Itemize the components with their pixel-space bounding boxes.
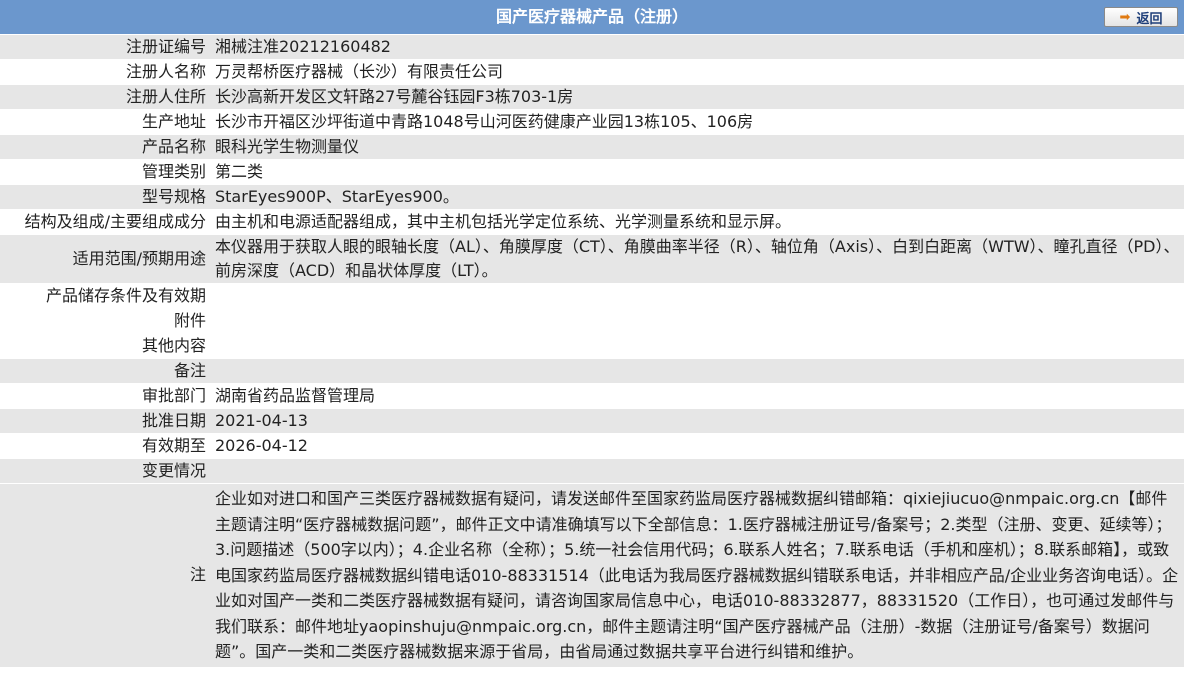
row-label: 型号规格 bbox=[0, 184, 209, 210]
row-label: 变更情况 bbox=[0, 458, 209, 484]
row-value bbox=[209, 308, 1184, 334]
note-text: 企业如对进口和国产三类医疗器械数据有疑问，请发送邮件至国家药监局医疗器械数据纠错… bbox=[209, 483, 1184, 668]
table-row-change-history: 变更情况 bbox=[0, 458, 1184, 484]
table-row-other-content: 其他内容 bbox=[0, 333, 1184, 359]
row-value: 第二类 bbox=[209, 159, 1184, 185]
row-label: 注册人住所 bbox=[0, 84, 209, 110]
row-label: 管理类别 bbox=[0, 159, 209, 185]
row-label: 适用范围/预期用途 bbox=[0, 234, 209, 284]
row-label: 结构及组成/主要组成成分 bbox=[0, 209, 209, 235]
row-value: 湖南省药品监督管理局 bbox=[209, 383, 1184, 409]
row-value: 2021-04-13 bbox=[209, 408, 1184, 434]
table-row-structure: 结构及组成/主要组成成分 由主机和电源适配器组成，其中主机包括光学定位系统、光学… bbox=[0, 209, 1184, 235]
table-row-model-spec: 型号规格 StarEyes900P、StarEyes900。 bbox=[0, 184, 1184, 210]
table-row-registrant-address: 注册人住所 长沙高新开发区文轩路27号麓谷钰园F3栋703-1房 bbox=[0, 84, 1184, 110]
row-value: 万灵帮桥医疗器械（长沙）有限责任公司 bbox=[209, 59, 1184, 85]
row-value: StarEyes900P、StarEyes900。 bbox=[209, 184, 1184, 210]
table-row-production-address: 生产地址 长沙市开福区沙坪街道中青路1048号山河医药健康产业园13栋105、1… bbox=[0, 109, 1184, 135]
row-label: 产品储存条件及有效期 bbox=[0, 283, 209, 309]
page-title: 国产医疗器械产品（注册） bbox=[495, 7, 688, 26]
table-row-approval-date: 批准日期 2021-04-13 bbox=[0, 408, 1184, 434]
row-value: 由主机和电源适配器组成，其中主机包括光学定位系统、光学测量系统和显示屏。 bbox=[209, 209, 1184, 235]
table-row-management-category: 管理类别 第二类 bbox=[0, 159, 1184, 185]
row-value: 长沙高新开发区文轩路27号麓谷钰园F3栋703-1房 bbox=[209, 84, 1184, 110]
row-label: 审批部门 bbox=[0, 383, 209, 409]
row-label: 注册人名称 bbox=[0, 59, 209, 85]
back-button-label: 返回 bbox=[1136, 11, 1163, 27]
detail-table: 注册证编号 湘械注准20212160482 注册人名称 万灵帮桥医疗器械（长沙）… bbox=[0, 35, 1184, 668]
note-label: 注 bbox=[0, 483, 209, 668]
table-row-storage-conditions: 产品储存条件及有效期 bbox=[0, 283, 1184, 309]
arrow-right-icon: ➡ bbox=[1119, 9, 1131, 25]
row-label: 产品名称 bbox=[0, 134, 209, 160]
table-row-registrant-name: 注册人名称 万灵帮桥医疗器械（长沙）有限责任公司 bbox=[0, 59, 1184, 85]
table-row-valid-until: 有效期至 2026-04-12 bbox=[0, 433, 1184, 459]
row-value bbox=[209, 358, 1184, 384]
table-row-registration-number: 注册证编号 湘械注准20212160482 bbox=[0, 35, 1184, 60]
table-row-remarks: 备注 bbox=[0, 358, 1184, 384]
table-row-approval-department: 审批部门 湖南省药品监督管理局 bbox=[0, 383, 1184, 409]
table-row-product-name: 产品名称 眼科光学生物测量仪 bbox=[0, 134, 1184, 160]
row-value: 长沙市开福区沙坪街道中青路1048号山河医药健康产业园13栋105、106房 bbox=[209, 109, 1184, 135]
table-row-attachments: 附件 bbox=[0, 308, 1184, 334]
row-label: 备注 bbox=[0, 358, 209, 384]
row-value: 2026-04-12 bbox=[209, 433, 1184, 459]
row-label: 批准日期 bbox=[0, 408, 209, 434]
row-label: 注册证编号 bbox=[0, 35, 209, 60]
back-button[interactable]: ➡ 返回 bbox=[1104, 7, 1178, 27]
row-label: 生产地址 bbox=[0, 109, 209, 135]
page-header: 国产医疗器械产品（注册） ➡ 返回 bbox=[0, 0, 1184, 35]
row-value bbox=[209, 283, 1184, 309]
row-value bbox=[209, 458, 1184, 484]
row-label: 有效期至 bbox=[0, 433, 209, 459]
row-value bbox=[209, 333, 1184, 359]
table-row-intended-use: 适用范围/预期用途 本仪器用于获取人眼的眼轴长度（AL）、角膜厚度（CT）、角膜… bbox=[0, 234, 1184, 284]
row-value: 眼科光学生物测量仪 bbox=[209, 134, 1184, 160]
table-row-note: 注 企业如对进口和国产三类医疗器械数据有疑问，请发送邮件至国家药监局医疗器械数据… bbox=[0, 483, 1184, 668]
row-label: 附件 bbox=[0, 308, 209, 334]
row-label: 其他内容 bbox=[0, 333, 209, 359]
row-value: 本仪器用于获取人眼的眼轴长度（AL）、角膜厚度（CT）、角膜曲率半径（R）、轴位… bbox=[209, 234, 1184, 284]
row-value: 湘械注准20212160482 bbox=[209, 35, 1184, 60]
